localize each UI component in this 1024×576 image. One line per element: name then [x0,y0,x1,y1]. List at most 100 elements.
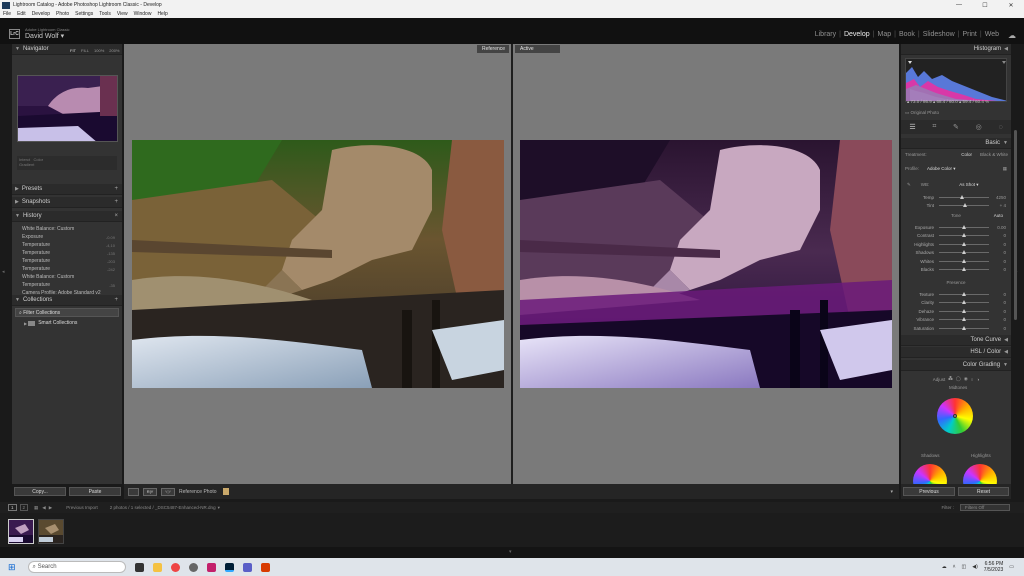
add-collection-icon[interactable]: + [114,297,118,303]
history-item[interactable]: Exposure -0.09 [20,233,115,241]
histogram[interactable] [905,58,1007,102]
slider-track[interactable] [939,317,989,321]
slider-vibrance[interactable]: Vibrance 0 [906,316,1006,324]
app-icon[interactable] [260,562,270,572]
treatment-color[interactable]: Color [961,152,972,157]
zoom-fill[interactable]: FILL [81,48,89,53]
previous-button[interactable]: Previous [903,487,955,496]
slider-track[interactable] [939,267,989,271]
slider-track[interactable] [939,300,989,304]
tone-curve-header[interactable]: Tone Curve ◀ [901,335,1011,346]
slider-value[interactable]: 0 [992,250,1006,255]
auto-button[interactable]: Auto [994,213,1003,218]
midtones-wheel-icon[interactable]: ◉ [964,376,968,382]
three-way-icon[interactable]: ⁂ [948,376,953,382]
volume-icon[interactable]: ◀) [972,564,978,570]
history-item[interactable]: Temperature -35 [20,281,115,289]
page-1-button[interactable]: 1 [8,504,17,511]
slider-value[interactable]: 0 [992,242,1006,247]
network-icon[interactable]: ◫ [962,564,967,570]
slider-handle[interactable] [962,300,966,304]
edit-sliders-icon[interactable]: ☰ [909,123,915,131]
slider-track[interactable] [939,308,989,313]
menu-item[interactable]: File [3,11,11,17]
bottom-panel-toggle[interactable]: ▾ [0,547,1024,558]
slider-value[interactable]: 0 [992,300,1006,305]
minimize-button[interactable]: — [946,2,972,8]
slider-track[interactable] [939,194,989,199]
slider-saturation[interactable]: Saturation 0 [906,324,1006,332]
history-item[interactable]: Temperature -4,10 [20,241,115,249]
smart-collections-item[interactable]: ▶ Smart Collections [24,320,77,326]
zoom-200[interactable]: 200% [109,48,119,53]
slider-texture[interactable]: Texture 0 [906,290,1006,298]
eyedropper-icon[interactable]: ✎ [907,182,911,188]
history-item[interactable]: White Balance: Custom [20,273,115,281]
slider-handle[interactable] [962,250,966,254]
filmstrip-info-dropdown-icon[interactable]: ▾ [218,505,220,511]
history-item[interactable]: Temperature -203 [20,257,115,265]
menu-item[interactable]: Tools [99,11,111,17]
navigator-header[interactable]: ▼ Navigator FIT FILL 100% 200% [12,44,122,55]
filmstrip-thumb[interactable] [38,519,64,544]
slider-handle[interactable] [962,325,966,330]
collections-header[interactable]: ▼ Collections + [12,295,122,306]
cloud-icon[interactable]: ☁ [942,564,947,570]
filter-collections-field[interactable]: ⌕ Filter Collections [15,308,119,317]
close-button[interactable]: ✕ [998,2,1024,9]
menu-item[interactable]: Develop [32,11,50,17]
slider-dehaze[interactable]: Dehaze 0 [906,307,1006,315]
previous-import-label[interactable]: Previous Import [66,505,98,510]
slider-whites[interactable]: Whites 0 [906,257,1006,265]
module-web[interactable]: Web [985,31,999,38]
presets-header[interactable]: ▶ Presets + [12,184,122,195]
module-print[interactable]: Print [962,31,976,38]
histogram-header[interactable]: Histogram ◀ [901,44,1011,55]
slider-highlights[interactable]: Highlights 0 [906,240,1006,248]
slider-value[interactable]: 0 [992,292,1006,297]
hsl-header[interactable]: HSL / Color ◀ [901,347,1011,358]
crop-icon[interactable]: ⌗ [932,123,936,131]
chrome-icon[interactable] [170,562,180,572]
before-after-ry-button[interactable]: R|Y [143,487,157,496]
module-map[interactable]: Map [877,31,891,38]
taskbar-search[interactable]: ⌕ Search [27,561,126,573]
slider-value[interactable]: 0 [992,326,1006,331]
filmstrip-info[interactable]: 2 photos / 1 selected / _DSC5487-Enhance… [110,505,216,510]
highlights-wheel-icon[interactable]: ○ [971,377,974,382]
masking-icon[interactable]: ◌ [998,124,1002,131]
color-grading-header[interactable]: Color Grading ▼ [901,360,1011,371]
slider-handle[interactable] [962,308,966,313]
slider-contrast[interactable]: Contrast 0 [906,232,1006,240]
lightroom-taskbar-icon[interactable] [224,562,234,572]
slider-handle[interactable] [962,224,966,229]
task-view-icon[interactable] [134,562,144,572]
history-header[interactable]: ▼ History × [12,211,122,222]
menu-item[interactable]: Edit [17,11,26,17]
slider-value[interactable]: 0.00 [992,225,1006,230]
slider-track[interactable] [939,258,989,263]
maximize-button[interactable]: ☐ [972,2,998,9]
slider-track[interactable] [939,241,989,246]
teams-icon[interactable] [242,562,252,572]
filter-select[interactable]: Filters Off [960,504,1010,511]
grid-view-icon[interactable]: ▦ [34,505,38,511]
slider-value[interactable]: 0 [992,309,1006,314]
history-item[interactable]: Temperature -135 [20,249,115,257]
slider-handle[interactable] [962,291,966,296]
menu-item[interactable]: Window [134,11,152,17]
chevron-up-icon[interactable]: ˄ [953,564,956,570]
slider-track[interactable] [939,291,989,296]
module-library[interactable]: Library [815,31,836,38]
module-book[interactable]: Book [899,31,915,38]
slider-track[interactable] [939,325,989,330]
loupe-view-icon[interactable] [128,487,139,496]
notifications-icon[interactable]: ▭ [1009,564,1014,570]
identity-user[interactable]: David Wolf ▾ [25,32,64,40]
menu-item[interactable]: Help [157,11,167,17]
zoom-100[interactable]: 100% [94,48,104,53]
before-after-swap-button[interactable]: Y|Y [161,487,175,496]
app-icon[interactable] [206,562,216,572]
slider-temp[interactable]: Temp 4250 [906,193,1006,201]
slider-handle[interactable] [959,194,964,199]
